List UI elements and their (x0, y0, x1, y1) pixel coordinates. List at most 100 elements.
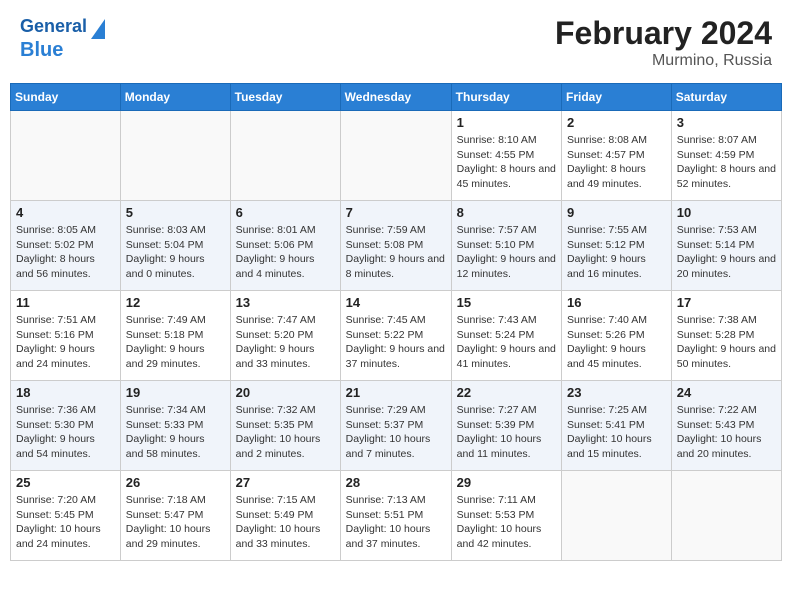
day-cell: 28 Sunrise: 7:13 AM Sunset: 5:51 PM Dayli… (340, 471, 451, 561)
day-info: Sunrise: 7:13 AM Sunset: 5:51 PM Dayligh… (346, 493, 446, 552)
day-number: 10 (677, 205, 776, 220)
week-row-3: 11 Sunrise: 7:51 AM Sunset: 5:16 PM Dayli… (11, 291, 782, 381)
day-number: 14 (346, 295, 446, 310)
day-cell: 21 Sunrise: 7:29 AM Sunset: 5:37 PM Dayli… (340, 381, 451, 471)
day-info: Sunrise: 7:11 AM Sunset: 5:53 PM Dayligh… (457, 493, 556, 552)
day-number: 25 (16, 475, 115, 490)
day-info: Sunrise: 8:10 AM Sunset: 4:55 PM Dayligh… (457, 133, 556, 192)
day-info: Sunrise: 7:59 AM Sunset: 5:08 PM Dayligh… (346, 223, 446, 282)
day-info: Sunrise: 7:22 AM Sunset: 5:43 PM Dayligh… (677, 403, 776, 462)
day-number: 6 (236, 205, 335, 220)
day-info: Sunrise: 8:01 AM Sunset: 5:06 PM Dayligh… (236, 223, 335, 282)
day-number: 12 (126, 295, 225, 310)
day-info: Sunrise: 7:18 AM Sunset: 5:47 PM Dayligh… (126, 493, 225, 552)
day-cell: 2 Sunrise: 8:08 AM Sunset: 4:57 PM Daylig… (562, 111, 672, 201)
day-number: 11 (16, 295, 115, 310)
day-cell: 7 Sunrise: 7:59 AM Sunset: 5:08 PM Daylig… (340, 201, 451, 291)
day-number: 29 (457, 475, 556, 490)
day-cell (340, 111, 451, 201)
day-cell: 25 Sunrise: 7:20 AM Sunset: 5:45 PM Dayli… (11, 471, 121, 561)
day-info: Sunrise: 7:36 AM Sunset: 5:30 PM Dayligh… (16, 403, 115, 462)
day-number: 23 (567, 385, 666, 400)
day-info: Sunrise: 7:38 AM Sunset: 5:28 PM Dayligh… (677, 313, 776, 372)
day-number: 3 (677, 115, 776, 130)
day-info: Sunrise: 7:49 AM Sunset: 5:18 PM Dayligh… (126, 313, 225, 372)
calendar-table: SundayMondayTuesdayWednesdayThursdayFrid… (10, 83, 782, 561)
subtitle: Murmino, Russia (555, 52, 772, 70)
day-cell: 27Sunrise: 7:15 AM Sunset: 5:49 PM Dayli… (230, 471, 340, 561)
col-header-tuesday: Tuesday (230, 84, 340, 111)
logo-triangle-icon (91, 19, 105, 39)
day-info: Sunrise: 7:51 AM Sunset: 5:16 PM Dayligh… (16, 313, 115, 372)
day-cell: 6 Sunrise: 8:01 AM Sunset: 5:06 PM Daylig… (230, 201, 340, 291)
day-info: Sunrise: 7:15 AM Sunset: 5:49 PM Dayligh… (236, 493, 335, 552)
day-cell: 19 Sunrise: 7:34 AM Sunset: 5:33 PM Dayli… (120, 381, 230, 471)
day-cell (120, 111, 230, 201)
week-row-2: 4Sunrise: 8:05 AM Sunset: 5:02 PM Daylig… (11, 201, 782, 291)
col-header-thursday: Thursday (451, 84, 561, 111)
day-number: 9 (567, 205, 666, 220)
day-number: 22 (457, 385, 556, 400)
day-cell: 5 Sunrise: 8:03 AM Sunset: 5:04 PM Daylig… (120, 201, 230, 291)
day-number: 13 (236, 295, 335, 310)
day-number: 2 (567, 115, 666, 130)
day-cell: 13 Sunrise: 7:47 AM Sunset: 5:20 PM Dayli… (230, 291, 340, 381)
logo-blue-text: Blue (20, 39, 63, 61)
day-number: 18 (16, 385, 115, 400)
day-cell: 14 Sunrise: 7:45 AM Sunset: 5:22 PM Dayli… (340, 291, 451, 381)
main-title: February 2024 (555, 15, 772, 52)
logo-text: General (20, 17, 87, 37)
day-cell (562, 471, 672, 561)
day-cell: 12 Sunrise: 7:49 AM Sunset: 5:18 PM Dayli… (120, 291, 230, 381)
day-number: 26 (126, 475, 225, 490)
day-number: 5 (126, 205, 225, 220)
day-number: 20 (236, 385, 335, 400)
day-info: Sunrise: 7:25 AM Sunset: 5:41 PM Dayligh… (567, 403, 666, 462)
col-header-monday: Monday (120, 84, 230, 111)
day-info: Sunrise: 8:07 AM Sunset: 4:59 PM Dayligh… (677, 133, 776, 192)
week-row-4: 18 Sunrise: 7:36 AM Sunset: 5:30 PM Dayli… (11, 381, 782, 471)
day-info: Sunrise: 8:08 AM Sunset: 4:57 PM Dayligh… (567, 133, 666, 192)
day-info: Sunrise: 7:45 AM Sunset: 5:22 PM Dayligh… (346, 313, 446, 372)
day-cell (671, 471, 781, 561)
day-cell: 1Sunrise: 8:10 AM Sunset: 4:55 PM Daylig… (451, 111, 561, 201)
day-number: 7 (346, 205, 446, 220)
day-cell (11, 111, 121, 201)
day-number: 28 (346, 475, 446, 490)
day-info: Sunrise: 7:53 AM Sunset: 5:14 PM Dayligh… (677, 223, 776, 282)
day-cell: 26 Sunrise: 7:18 AM Sunset: 5:47 PM Dayli… (120, 471, 230, 561)
day-info: Sunrise: 7:40 AM Sunset: 5:26 PM Dayligh… (567, 313, 666, 372)
col-header-friday: Friday (562, 84, 672, 111)
day-cell: 10 Sunrise: 7:53 AM Sunset: 5:14 PM Dayli… (671, 201, 781, 291)
day-number: 21 (346, 385, 446, 400)
day-cell (230, 111, 340, 201)
day-info: Sunrise: 7:47 AM Sunset: 5:20 PM Dayligh… (236, 313, 335, 372)
day-info: Sunrise: 7:29 AM Sunset: 5:37 PM Dayligh… (346, 403, 446, 462)
day-cell: 4Sunrise: 8:05 AM Sunset: 5:02 PM Daylig… (11, 201, 121, 291)
day-number: 19 (126, 385, 225, 400)
day-cell: 3 Sunrise: 8:07 AM Sunset: 4:59 PM Daylig… (671, 111, 781, 201)
day-number: 24 (677, 385, 776, 400)
day-cell: 20Sunrise: 7:32 AM Sunset: 5:35 PM Dayli… (230, 381, 340, 471)
day-cell: 15 Sunrise: 7:43 AM Sunset: 5:24 PM Dayli… (451, 291, 561, 381)
day-info: Sunrise: 7:20 AM Sunset: 5:45 PM Dayligh… (16, 493, 115, 552)
col-header-wednesday: Wednesday (340, 84, 451, 111)
header-row: SundayMondayTuesdayWednesdayThursdayFrid… (11, 84, 782, 111)
day-number: 15 (457, 295, 556, 310)
col-header-sunday: Sunday (11, 84, 121, 111)
title-section: February 2024 Murmino, Russia (555, 15, 772, 70)
day-number: 4 (16, 205, 115, 220)
day-info: Sunrise: 7:34 AM Sunset: 5:33 PM Dayligh… (126, 403, 225, 462)
day-info: Sunrise: 8:03 AM Sunset: 5:04 PM Dayligh… (126, 223, 225, 282)
day-info: Sunrise: 7:55 AM Sunset: 5:12 PM Dayligh… (567, 223, 666, 282)
day-number: 8 (457, 205, 556, 220)
day-info: Sunrise: 7:57 AM Sunset: 5:10 PM Dayligh… (457, 223, 556, 282)
day-cell: 8 Sunrise: 7:57 AM Sunset: 5:10 PM Daylig… (451, 201, 561, 291)
day-cell: 22Sunrise: 7:27 AM Sunset: 5:39 PM Dayli… (451, 381, 561, 471)
col-header-saturday: Saturday (671, 84, 781, 111)
day-number: 17 (677, 295, 776, 310)
day-cell: 24 Sunrise: 7:22 AM Sunset: 5:43 PM Dayli… (671, 381, 781, 471)
day-info: Sunrise: 7:43 AM Sunset: 5:24 PM Dayligh… (457, 313, 556, 372)
day-cell: 11 Sunrise: 7:51 AM Sunset: 5:16 PM Dayli… (11, 291, 121, 381)
page-header: General Blue February 2024 Murmino, Russ… (10, 10, 782, 75)
